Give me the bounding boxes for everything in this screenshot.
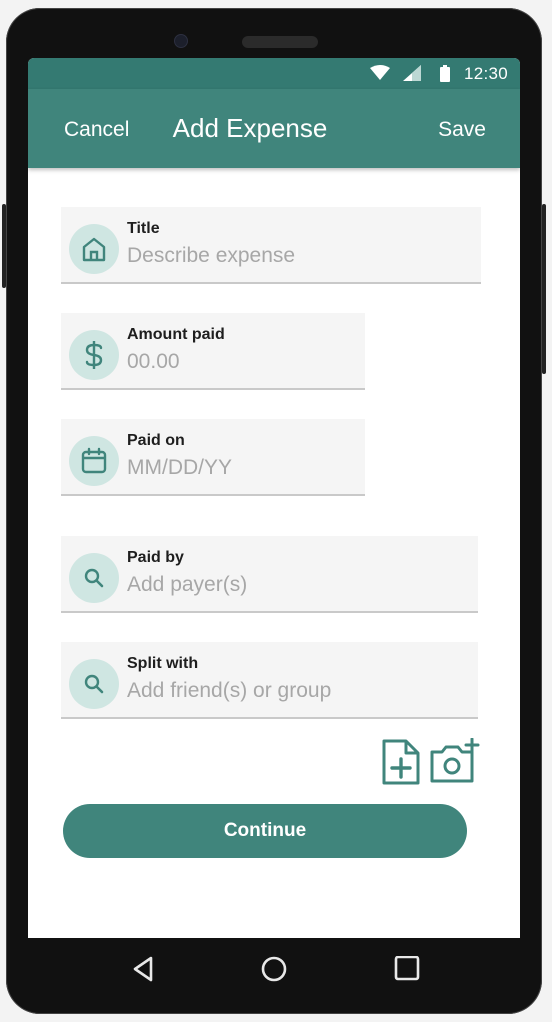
title-input[interactable] xyxy=(127,244,467,268)
add-document-icon[interactable] xyxy=(381,738,421,791)
search-icon xyxy=(84,674,104,694)
paid-on-field[interactable]: Paid on xyxy=(61,419,365,496)
wifi-icon xyxy=(370,65,390,86)
status-time: 12:30 xyxy=(463,64,508,83)
amount-label: Amount paid xyxy=(127,326,225,343)
split-with-input[interactable] xyxy=(127,679,464,703)
earpiece-speaker xyxy=(242,36,318,48)
back-triangle-icon[interactable] xyxy=(132,956,154,987)
battery-icon xyxy=(440,65,450,87)
home-circle-icon[interactable] xyxy=(260,956,288,989)
amount-field[interactable]: Amount paid xyxy=(61,313,365,390)
calendar-icon xyxy=(81,447,107,474)
icon-badge xyxy=(69,659,119,709)
paid-by-label: Paid by xyxy=(127,549,184,566)
front-camera xyxy=(174,34,188,48)
status-bar: 12:30 xyxy=(28,58,520,89)
split-with-field[interactable]: Split with xyxy=(61,642,478,719)
paid-by-field[interactable]: Paid by xyxy=(61,536,478,613)
icon-badge xyxy=(69,436,119,486)
add-photo-icon[interactable] xyxy=(429,737,481,791)
title-field[interactable]: Title xyxy=(61,207,481,284)
paid-by-input[interactable] xyxy=(127,573,464,597)
power-button xyxy=(542,204,546,374)
title-label: Title xyxy=(127,220,160,237)
system-nav-bar xyxy=(28,938,520,1004)
cell-signal-icon xyxy=(403,65,421,86)
icon-badge xyxy=(69,330,119,380)
dollar-icon xyxy=(85,341,103,369)
recents-square-icon[interactable] xyxy=(394,955,420,987)
app-bar: Cancel Add Expense Save xyxy=(28,89,520,168)
icon-badge xyxy=(69,224,119,274)
app-screen: 12:30 Cancel Add Expense Save Title Amou… xyxy=(28,58,520,938)
home-icon xyxy=(82,237,106,262)
continue-button[interactable]: Continue xyxy=(63,804,467,858)
icon-badge xyxy=(69,553,119,603)
paid-on-label: Paid on xyxy=(127,432,185,449)
volume-button xyxy=(2,204,6,288)
search-icon xyxy=(84,568,104,588)
paid-on-input[interactable] xyxy=(127,456,351,480)
split-with-label: Split with xyxy=(127,655,199,672)
amount-input[interactable] xyxy=(127,350,351,374)
page-title: Add Expense xyxy=(172,113,328,143)
save-button[interactable]: Save xyxy=(438,118,486,142)
